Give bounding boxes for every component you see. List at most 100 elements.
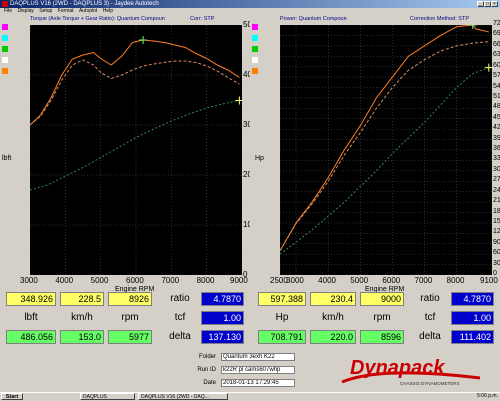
- run-info: Folder Quantum 3exh K22 Run ID k22R pl c…: [0, 350, 500, 392]
- taskbar-item-daqplus-v16-label: DAQPLUS V16 (2WD - DAQ...: [141, 394, 209, 400]
- torque-panel-title: Torque (Axle Torque + Gear Ratio): Quant…: [30, 16, 165, 22]
- run-id-label: Run ID: [197, 367, 216, 373]
- taskbar-item-daqplus[interactable]: DAQPLUS: [80, 393, 135, 400]
- power-x-tick: 8000: [446, 276, 465, 285]
- power-y-tick: 720: [493, 20, 500, 27]
- power-y-tick: 630: [493, 51, 500, 59]
- power-panel: Power: Quantum Compoun Correction Method…: [250, 15, 500, 293]
- series-swatch-orange[interactable]: [252, 68, 258, 74]
- power-y-tick: 240: [493, 186, 500, 194]
- taskbar: Start DAQPLUS DAQPLUS V16 (2WD - DAQ... …: [0, 392, 500, 400]
- power-y-tick: 540: [493, 82, 500, 90]
- menu-bar: File Display Setup Format Autoplot Help: [0, 8, 500, 15]
- power-readout: 597.388 230.4 9000 ratio 4.7870 Hp km/h …: [250, 287, 500, 349]
- power-y-tick: 660: [493, 40, 500, 48]
- taskbar-item-daqplus-v16[interactable]: DAQPLUS V16 (2WD - DAQ...: [138, 393, 228, 400]
- series-swatch-magenta[interactable]: [2, 24, 8, 30]
- ratio-value: 4.7870: [201, 292, 244, 306]
- run-id-field[interactable]: k22R pl cams607whp: [221, 366, 295, 374]
- start-label: Start: [5, 394, 19, 400]
- power-panel-corr: Correction Method: STP: [410, 16, 469, 22]
- speed-current-value: 230.4: [310, 292, 356, 306]
- menu-autoplot[interactable]: Autoplot: [79, 8, 97, 15]
- app-icon: [2, 1, 8, 7]
- power-y-tick: 150: [493, 217, 500, 225]
- menu-help[interactable]: Help: [103, 8, 113, 15]
- power-y-tick: 450: [493, 113, 500, 121]
- maximize-button[interactable]: □: [484, 1, 491, 7]
- system-clock: 5:06 p.m.: [477, 393, 498, 399]
- minimize-button[interactable]: _: [477, 1, 484, 7]
- power-y-tick: 60: [493, 249, 500, 257]
- date-field[interactable]: 2018-01-13 17:29:45: [221, 379, 295, 387]
- start-button[interactable]: Start: [1, 393, 23, 400]
- delta-label: delta: [169, 331, 191, 342]
- close-button[interactable]: ×: [491, 1, 498, 7]
- ratio-label: ratio: [170, 293, 190, 304]
- power-y-tick: 120: [493, 228, 500, 236]
- series-swatch-cyan[interactable]: [2, 35, 8, 41]
- series-swatch-cyan[interactable]: [252, 35, 258, 41]
- power-y-tick: 570: [493, 72, 500, 80]
- ratio-value: 4.7870: [451, 292, 494, 306]
- torque-unit-label: lbft: [24, 312, 38, 323]
- ratio-label: ratio: [420, 293, 440, 304]
- power-y-tick: 420: [493, 124, 500, 132]
- series-swatch-magenta[interactable]: [252, 24, 258, 30]
- rpm-peak-value: 5977: [108, 330, 152, 344]
- power-y-tick: 480: [493, 103, 500, 111]
- rpm-unit-label: rpm: [121, 312, 139, 323]
- tcf-label: tcf: [424, 312, 436, 323]
- torque-chart: [30, 25, 242, 275]
- taskbar-item-daqplus-label: DAQPLUS: [83, 394, 107, 400]
- delta-label: delta: [419, 331, 441, 342]
- power-y-axis-label: Hp: [255, 155, 264, 162]
- power-y-tick: 390: [493, 134, 500, 142]
- logo-tagline: CHASSIS DYNAMOMETERS: [400, 381, 460, 386]
- power-unit-label: Hp: [275, 312, 289, 323]
- power-y-tick: 90: [493, 238, 500, 246]
- power-y-tick: 210: [493, 197, 500, 205]
- menu-format[interactable]: Format: [58, 8, 74, 15]
- menu-display[interactable]: Display: [17, 8, 33, 15]
- series-swatch-white[interactable]: [252, 57, 258, 63]
- power-x-tick: 3000: [286, 276, 304, 285]
- tcf-label: tcf: [174, 312, 186, 323]
- power-peak-value: 708.791: [258, 330, 306, 344]
- date-label: Date: [203, 380, 216, 386]
- power-y-tick: 30: [493, 259, 500, 267]
- power-y-tick: 270: [493, 176, 500, 184]
- series-swatch-green[interactable]: [252, 46, 258, 52]
- power-x-tick: 5000: [350, 276, 369, 285]
- torque-x-tick: 5000: [90, 276, 109, 285]
- power-x-tick: 7000: [414, 276, 433, 285]
- power-y-tick: 180: [493, 207, 500, 215]
- folder-label: Folder: [198, 354, 216, 360]
- power-x-tick: 6000: [382, 276, 401, 285]
- menu-setup[interactable]: Setup: [39, 8, 52, 15]
- logo-text: Dynapack: [350, 357, 445, 379]
- torque-peak-value: 486.056: [6, 330, 56, 344]
- torque-x-tick: 3000: [20, 276, 38, 285]
- power-y-tick: 360: [493, 145, 500, 152]
- power-y-tick: 300: [493, 165, 500, 173]
- dynapack-logo-swoosh: Dynapack CHASSIS DYNAMOMETERS: [341, 357, 481, 386]
- power-panel-title: Power: Quantum Compoun: [280, 16, 347, 22]
- tcf-value: 1.00: [451, 311, 494, 325]
- folder-field[interactable]: Quantum 3exh K22: [221, 353, 295, 361]
- torque-x-tick: 7000: [161, 276, 180, 285]
- torque-current-value: 348.926: [6, 292, 56, 306]
- series-swatch-green[interactable]: [2, 46, 8, 52]
- power-x-tick: 9100: [480, 276, 498, 285]
- rpm-current-value: 9000: [360, 292, 404, 306]
- series-swatch-white[interactable]: [2, 57, 8, 63]
- power-x-tick: 4000: [318, 276, 336, 285]
- power-current-value: 597.388: [258, 292, 306, 306]
- series-swatch-orange[interactable]: [2, 68, 8, 74]
- power-y-tick: 330: [493, 155, 500, 163]
- speed-peak-value: 220.0: [310, 330, 356, 344]
- menu-file[interactable]: File: [4, 8, 12, 15]
- torque-y-axis-label: lbft: [2, 155, 12, 162]
- torque-readout: 348.926 228.5 8926 ratio 4.7870 lbft km/…: [0, 287, 250, 349]
- power-chart: [280, 25, 492, 275]
